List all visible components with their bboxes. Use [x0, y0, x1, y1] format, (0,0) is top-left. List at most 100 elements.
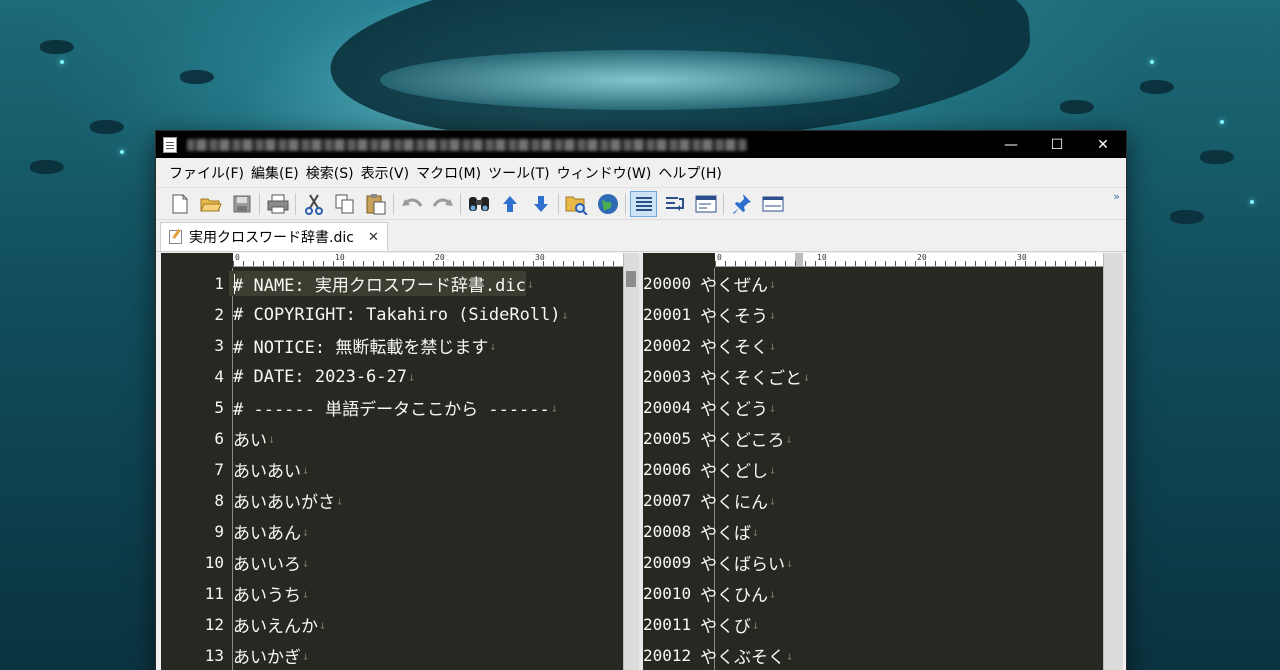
line-text[interactable]: やくどし [696, 457, 768, 482]
tab-close-button[interactable]: ✕ [368, 230, 379, 245]
open-file-icon[interactable] [197, 191, 224, 217]
find-icon[interactable] [465, 191, 492, 217]
line-text[interactable]: # COPYRIGHT: Takahiro (SideRoll) [229, 305, 561, 325]
title-bar[interactable]: — ☐ ✕ [156, 131, 1126, 158]
wrap-off-icon[interactable] [630, 190, 657, 217]
line-text[interactable]: あいえんか [229, 612, 318, 637]
line-number: 20005 [643, 429, 692, 448]
line-text[interactable]: # ------ 単語データここから ------ [229, 395, 550, 420]
editor-line[interactable]: 20006 やくどし ↓ [643, 454, 1103, 485]
line-text[interactable]: あいいろ [229, 550, 301, 575]
save-icon[interactable] [228, 191, 255, 217]
find-up-icon[interactable] [496, 191, 523, 217]
undo-icon[interactable] [398, 191, 425, 217]
line-text[interactable]: # DATE: 2023-6-27 [229, 367, 407, 387]
end-of-line-mark: ↓ [302, 586, 310, 601]
line-text[interactable]: やくひん [696, 581, 768, 606]
menu-view[interactable]: 表示(V) [358, 163, 413, 183]
print-icon[interactable] [264, 191, 291, 217]
column-ruler[interactable]: 0 10 20 30 [715, 253, 1103, 267]
outline-icon[interactable] [692, 191, 719, 217]
editor-line[interactable]: 20004 やくどう ↓ [643, 392, 1103, 423]
vertical-scrollbar-left[interactable] [623, 253, 639, 670]
menu-help[interactable]: ヘルプ(H) [655, 163, 724, 183]
find-down-icon[interactable] [527, 191, 554, 217]
line-text[interactable]: やくば [696, 519, 751, 544]
vertical-scrollbar-right[interactable] [1103, 253, 1123, 670]
editor-line[interactable]: 20012 やくぶそく ↓ [643, 640, 1103, 670]
pin-icon[interactable] [728, 191, 755, 217]
line-text[interactable]: # NOTICE: 無断転載を禁じます [229, 333, 488, 358]
line-text[interactable]: やくそくごと [696, 364, 802, 389]
column-ruler[interactable]: 0 10 20 30 [233, 253, 623, 267]
menu-window[interactable]: ウィンドウ(W) [554, 163, 655, 183]
line-text[interactable]: あいあいがさ [229, 488, 335, 513]
line-text[interactable]: # NAME: 実用クロスワード辞書.dic [229, 271, 526, 296]
panel-icon[interactable] [759, 191, 786, 217]
scrollbar-thumb[interactable] [626, 271, 636, 287]
tab-document[interactable]: 実用クロスワード辞書.dic ✕ [160, 222, 388, 251]
line-number: 5 [214, 398, 224, 417]
grep-icon[interactable] [563, 191, 590, 217]
line-text[interactable]: やくび [696, 612, 751, 637]
editor-line[interactable]: 1 # NAME: 実用クロスワード辞書.dic ↓ [161, 268, 623, 299]
minimize-button[interactable]: — [988, 131, 1034, 158]
line-text[interactable]: やくそく [696, 333, 768, 358]
line-text[interactable]: やくぶそく [696, 643, 785, 668]
app-icon[interactable] [163, 136, 177, 153]
editor-pane-left[interactable]: 0 10 20 30 1 # NAME: 実用クロスワード辞書.dic ↓ 2 # CO… [161, 253, 623, 670]
editor-line[interactable]: 10 あいいろ ↓ [161, 547, 623, 578]
editor-line[interactable]: 6 あい ↓ [161, 423, 623, 454]
editor-line[interactable]: 20011 やくび ↓ [643, 609, 1103, 640]
line-text[interactable]: あいかぎ [229, 643, 301, 668]
editor-line[interactable]: 9 あいあん ↓ [161, 516, 623, 547]
line-text[interactable]: やくどころ [696, 426, 785, 451]
text-lines[interactable]: 1 # NAME: 実用クロスワード辞書.dic ↓ 2 # COPYRIGHT: Ta… [161, 268, 623, 670]
editor-line[interactable]: 20003 やくそくごと ↓ [643, 361, 1103, 392]
editor-line[interactable]: 2 # COPYRIGHT: Takahiro (SideRoll) ↓ [161, 299, 623, 330]
redo-icon[interactable] [429, 191, 456, 217]
editor-line[interactable]: 20001 やくそう ↓ [643, 299, 1103, 330]
menu-tools[interactable]: ツール(T) [485, 163, 552, 183]
paste-icon[interactable] [362, 191, 389, 217]
new-file-icon[interactable] [166, 191, 193, 217]
line-text[interactable]: やくどう [696, 395, 768, 420]
line-text[interactable]: あいあん [229, 519, 301, 544]
web-icon[interactable] [594, 191, 621, 217]
editor-line[interactable]: 20010 やくひん ↓ [643, 578, 1103, 609]
menu-macro[interactable]: マクロ(M) [413, 163, 484, 183]
text-lines[interactable]: 20000 やくぜん ↓ 20001 やくそう ↓ 20002 やくそく ↓ 20003 やくそくご… [643, 268, 1103, 670]
editor-line[interactable]: 20000 やくぜん ↓ [643, 268, 1103, 299]
cut-icon[interactable] [300, 191, 327, 217]
menu-file[interactable]: ファイル(F) [166, 163, 247, 183]
wrap-on-icon[interactable] [661, 191, 688, 217]
editor-line[interactable]: 13 あいかぎ ↓ [161, 640, 623, 670]
editor-line[interactable]: 12 あいえんか ↓ [161, 609, 623, 640]
editor-line[interactable]: 5 # ------ 単語データここから ------ ↓ [161, 392, 623, 423]
close-button[interactable]: ✕ [1080, 131, 1126, 158]
toolbar-overflow-button[interactable]: » [1113, 190, 1120, 203]
line-text[interactable]: やくぜん [696, 271, 768, 296]
line-text[interactable]: あいうち [229, 581, 301, 606]
line-number: 6 [214, 429, 224, 448]
maximize-button[interactable]: ☐ [1034, 131, 1080, 158]
line-text[interactable]: あいあい [229, 457, 301, 482]
editor-line[interactable]: 7 あいあい ↓ [161, 454, 623, 485]
menu-edit[interactable]: 編集(E) [248, 163, 302, 183]
line-text[interactable]: やくそう [696, 302, 768, 327]
editor-line[interactable]: 3 # NOTICE: 無断転載を禁じます ↓ [161, 330, 623, 361]
copy-icon[interactable] [331, 191, 358, 217]
menu-search[interactable]: 検索(S) [303, 163, 357, 183]
editor-line[interactable]: 11 あいうち ↓ [161, 578, 623, 609]
editor-line[interactable]: 20009 やくばらい ↓ [643, 547, 1103, 578]
editor-line[interactable]: 20002 やくそく ↓ [643, 330, 1103, 361]
editor-pane-right[interactable]: 0 10 20 30 20000 やくぜん ↓ 20001 やくそう ↓ 20002 やくそく… [643, 253, 1103, 670]
editor-line[interactable]: 8 あいあいがさ ↓ [161, 485, 623, 516]
editor-line[interactable]: 4 # DATE: 2023-6-27 ↓ [161, 361, 623, 392]
editor-line[interactable]: 20005 やくどころ ↓ [643, 423, 1103, 454]
editor-line[interactable]: 20007 やくにん ↓ [643, 485, 1103, 516]
editor-line[interactable]: 20008 やくば ↓ [643, 516, 1103, 547]
line-text[interactable]: やくばらい [696, 550, 785, 575]
line-text[interactable]: やくにん [696, 488, 768, 513]
line-text[interactable]: あい [229, 426, 267, 451]
